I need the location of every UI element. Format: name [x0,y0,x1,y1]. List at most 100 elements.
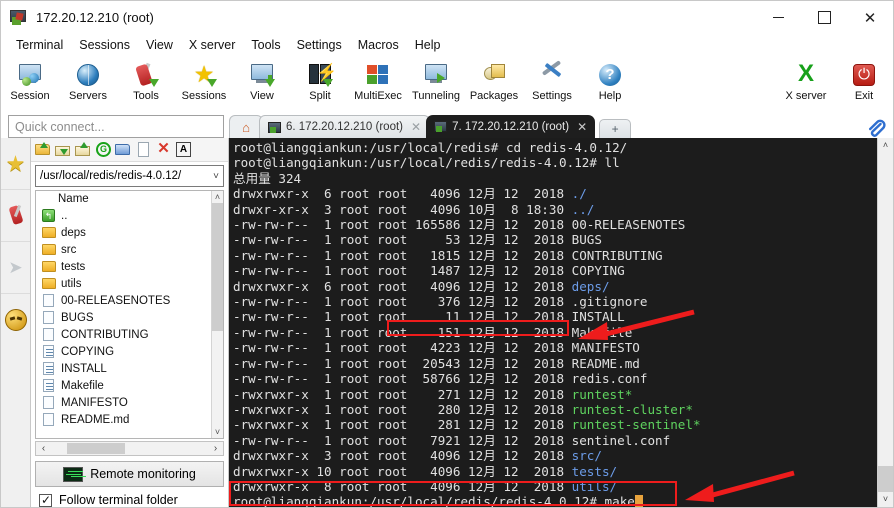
menu-view[interactable]: View [138,36,181,54]
main-toolbar: Session Servers Tools ★ Sessions View ⚡ … [1,56,893,112]
sftp-hscroll-thumb[interactable] [67,443,125,454]
terminal-line: -rw-rw-r-- 1 root root 20543 12月 12 2018… [233,356,877,371]
list-item[interactable]: MANIFESTO [36,394,211,411]
scroll-down-icon[interactable]: ˅ [883,492,888,507]
chevron-down-icon[interactable]: ˅ [213,171,219,182]
tab-close-icon[interactable]: ✕ [411,120,421,134]
remote-monitoring-button[interactable]: Remote monitoring [35,461,224,487]
toolbar-exit[interactable]: ⏻ Exit [835,58,893,102]
remote-monitoring-label: Remote monitoring [90,467,196,481]
terminal-scroll-thumb[interactable] [878,466,893,492]
upload-folder-icon[interactable] [35,141,52,158]
scroll-up-icon[interactable]: ˄ [883,138,888,153]
list-item[interactable]: BUGS [36,309,211,326]
terminal-text: drwxrwxr-x 10 root root 4096 12月 12 2018 [233,463,572,479]
text-mode-icon[interactable]: A [175,141,192,158]
scroll-down-icon[interactable]: ˅ [215,426,220,438]
list-item[interactable]: utils [36,275,211,292]
delete-icon[interactable]: ✕ [155,141,172,158]
list-item[interactable]: ↰ .. [36,207,211,224]
terminal-line: -rw-rw-r-- 1 root root 58766 12月 12 2018… [233,371,877,386]
tab-session-7[interactable]: 7. 172.20.12.210 (root) ✕ [426,115,596,138]
list-item[interactable]: COPYING [36,343,211,360]
terminal-scroll-track[interactable] [878,153,893,492]
sftp-vertical-scrollbar[interactable]: ˄ ˅ [211,191,223,438]
rail-tools-button[interactable] [1,190,30,242]
sftp-file-list[interactable]: Name ↰ .. deps src tests utils 00-RELEAS… [36,191,211,438]
toolbar-x-server[interactable]: X X server [777,58,835,103]
list-item[interactable]: tests [36,258,211,275]
list-item[interactable]: CONTRIBUTING [36,326,211,343]
scroll-up-icon[interactable]: ˄ [215,191,220,203]
download-icon[interactable] [55,141,72,158]
quick-connect-input[interactable]: Quick connect... [8,115,224,138]
terminal-line: root@liangqiankun:/usr/local/redis# cd r… [233,140,877,155]
new-tab-button[interactable]: + [599,119,632,138]
rail-favorites-button[interactable]: ★ [1,138,30,190]
menu-help[interactable]: Help [407,36,449,54]
toolbar-servers[interactable]: Servers [59,58,117,102]
sftp-scroll-thumb[interactable] [212,203,223,331]
menu-x-server[interactable]: X server [181,36,244,54]
list-item[interactable]: 00-RELEASENOTES [36,292,211,309]
sftp-hscroll-track[interactable] [49,443,210,454]
new-folder-icon[interactable] [115,141,132,158]
minimize-button[interactable] [755,1,801,34]
terminal-text: -rwxrwxr-x 1 root root 280 12月 12 2018 [233,401,572,417]
sftp-path-dropdown[interactable]: /usr/local/redis/redis-4.0.12/ ˅ [35,165,224,187]
rail-send-button[interactable]: ➤ [1,242,30,294]
sftp-horizontal-scrollbar[interactable]: ‹ › [35,441,224,456]
menu-bar: Terminal Sessions View X server Tools Se… [1,34,893,56]
help-icon: ? [596,61,624,89]
toolbar-multiexec[interactable]: MultiExec [349,58,407,102]
terminal-output[interactable]: root@liangqiankun:/usr/local/redis# cd r… [229,138,877,507]
mobaxterm-window: 172.20.12.210 (root) ✕ Terminal Sessions… [0,0,894,508]
toolbar-sessions[interactable]: ★ Sessions [175,58,233,103]
terminal-line: -rwxrwxr-x 1 root root 281 12月 12 2018 r… [233,417,877,432]
terminal-text: utils/ [571,478,618,494]
toolbar-tools[interactable]: Tools [117,58,175,102]
terminal-prompt-line[interactable]: root@liangqiankun:/usr/local/redis/redis… [233,494,877,507]
maximize-button[interactable] [801,1,847,34]
toolbar-help[interactable]: ? Help [581,58,639,102]
close-button[interactable]: ✕ [847,1,893,34]
toolbar-packages[interactable]: Packages [465,58,523,102]
main-body: ★ ➤ G ✕ A /usr/local/redis/redis-4.0.12/… [1,138,893,507]
toolbar-session[interactable]: Session [1,58,59,102]
list-item[interactable]: src [36,241,211,258]
rail-macros-button[interactable] [1,294,30,346]
menu-macros[interactable]: Macros [350,36,407,54]
file-icon [42,311,56,324]
list-item-label: MANIFESTO [61,396,128,409]
scroll-right-icon[interactable]: › [210,443,221,454]
menu-terminal[interactable]: Terminal [8,36,71,54]
list-item[interactable]: README.md [36,411,211,428]
tab-close-icon[interactable]: ✕ [577,120,587,134]
toolbar-split[interactable]: ⚡ Split [291,58,349,102]
sftp-scroll-track[interactable] [212,203,223,426]
list-item-label: INSTALL [61,362,107,375]
tab-home[interactable]: ⌂ [229,115,263,138]
menu-settings[interactable]: Settings [289,36,350,54]
new-file-icon[interactable] [135,141,152,158]
upload-icon[interactable] [75,141,92,158]
terminal-line: root@liangqiankun:/usr/local/redis/redis… [233,155,877,170]
sftp-column-name[interactable]: Name [36,191,211,207]
tab-session-6[interactable]: 6. 172.20.12.210 (root) ✕ [259,115,431,138]
toolbar-tunneling[interactable]: Tunneling [407,58,465,102]
menu-sessions[interactable]: Sessions [71,36,138,54]
list-item-makefile[interactable]: Makefile [36,377,211,394]
scroll-left-icon[interactable]: ‹ [38,443,49,454]
follow-terminal-folder-checkbox[interactable] [39,493,52,507]
text-file-icon [42,379,56,392]
tab-session-7-label: 7. 172.20.12.210 (root) [452,120,570,133]
list-item[interactable]: deps [36,224,211,241]
list-item[interactable]: INSTALL [36,360,211,377]
refresh-icon[interactable]: G [95,141,112,158]
toolbar-settings[interactable]: Settings [523,58,581,102]
paperclip-icon[interactable] [859,119,893,138]
toolbar-view[interactable]: View [233,58,291,102]
terminal-scrollbar[interactable]: ˄ ˅ [877,138,893,507]
follow-terminal-folder-row[interactable]: Follow terminal folder [39,493,224,507]
menu-tools[interactable]: Tools [243,36,288,54]
